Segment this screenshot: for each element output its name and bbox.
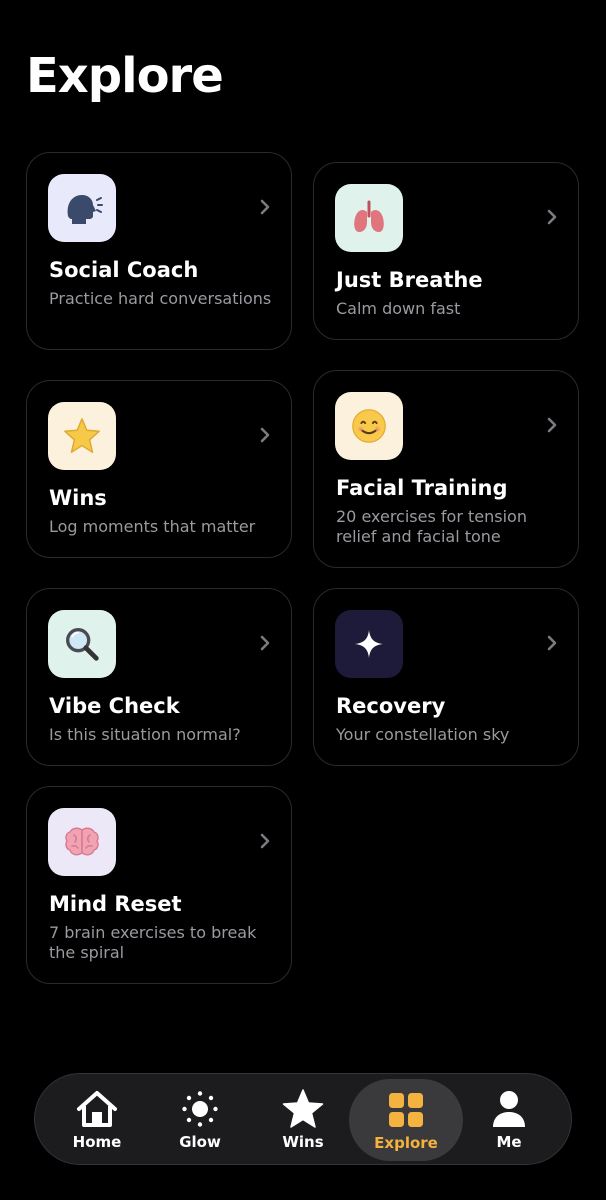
tab-wins[interactable]: Wins [251,1074,355,1166]
brain-icon [48,808,116,876]
card-just-breathe[interactable]: Just Breathe Calm down fast [313,162,579,340]
card-subtitle: 7 brain exercises to break the spiral [49,923,257,962]
chevron-right-icon [547,635,557,651]
home-icon [75,1090,119,1128]
sparkle-icon [335,610,403,678]
tab-label: Wins [282,1133,324,1151]
chevron-right-icon [260,635,270,651]
card-title: Facial Training [336,476,508,500]
smiling-face-icon [335,392,403,460]
star-icon [48,402,116,470]
tab-label: Explore [374,1134,438,1152]
card-title: Vibe Check [49,694,180,718]
chevron-right-icon [547,209,557,225]
speaking-head-icon [48,174,116,242]
card-subtitle: Practice hard conversations [49,289,272,308]
card-subtitle: Is this situation normal? [49,725,241,744]
grid-icon [388,1091,424,1129]
tab-home[interactable]: Home [45,1074,149,1166]
tab-label: Me [496,1133,522,1151]
card-social-coach[interactable]: Social Coach Practice hard conversations [26,152,292,350]
tab-label: Home [72,1133,122,1151]
star-icon [282,1089,324,1128]
card-subtitle: Your constellation sky [336,725,510,744]
tab-label: Glow [179,1133,221,1151]
card-subtitle: Log moments that matter [49,517,256,536]
tab-glow[interactable]: Glow [148,1074,252,1166]
chevron-right-icon [260,199,270,215]
magnifying-glass-icon [48,610,116,678]
bottom-tab-bar: Home Glow Wins Explore Me [34,1073,572,1165]
tab-explore[interactable]: Explore [349,1079,463,1161]
card-recovery[interactable]: Recovery Your constellation sky [313,588,579,766]
lungs-icon [335,184,403,252]
card-mind-reset[interactable]: Mind Reset 7 brain exercises to break th… [26,786,292,984]
card-wins[interactable]: Wins Log moments that matter [26,380,292,558]
card-title: Just Breathe [336,268,483,292]
chevron-right-icon [260,833,270,849]
card-title: Recovery [336,694,446,718]
card-title: Wins [49,486,107,510]
card-vibe-check[interactable]: Vibe Check Is this situation normal? [26,588,292,766]
card-facial-training[interactable]: Facial Training 20 exercises for tension… [313,370,579,568]
tab-me[interactable]: Me [457,1074,561,1166]
person-icon [491,1090,527,1128]
card-subtitle: Calm down fast [336,299,461,318]
chevron-right-icon [260,427,270,443]
sun-icon [181,1090,219,1128]
chevron-right-icon [547,417,557,433]
card-title: Social Coach [49,258,199,282]
card-subtitle: 20 exercises for tension relief and faci… [336,507,527,546]
page-title: Explore [26,48,224,104]
card-title: Mind Reset [49,892,182,916]
